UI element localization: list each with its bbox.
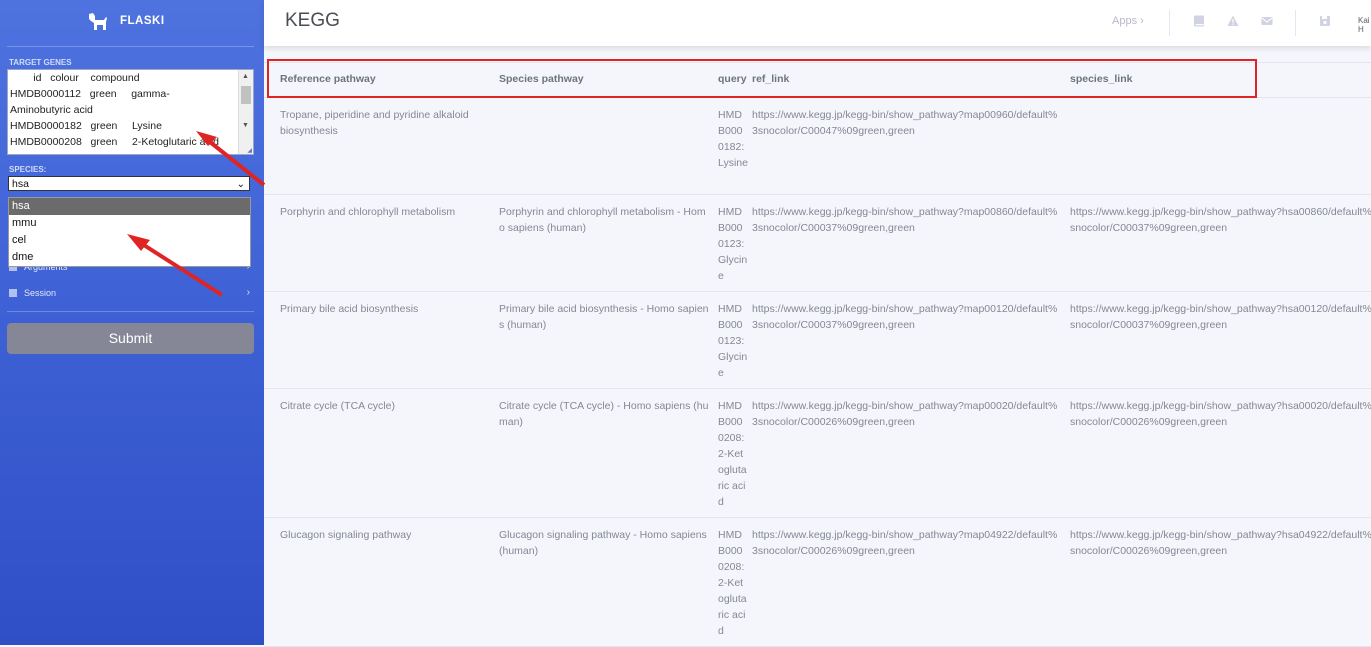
chevron-right-icon: › xyxy=(1140,15,1144,27)
cell-ref-link[interactable]: https://www.kegg.jp/kegg-bin/show_pathwa… xyxy=(752,204,1062,236)
cell-species-link[interactable]: https://www.kegg.jp/kegg-bin/show_pathwa… xyxy=(1070,527,1371,559)
cell-query: HMDB0000123:Glycine xyxy=(718,206,748,282)
user-name[interactable]: Kai H xyxy=(1358,16,1371,34)
brand[interactable]: FLASKI xyxy=(0,0,264,46)
topbar: KEGG Apps › Kai H xyxy=(264,0,1371,46)
topbar-divider xyxy=(1295,10,1296,36)
save-icon[interactable] xyxy=(1319,15,1331,27)
table-row: Tropane, piperidine and pyridine alkaloi… xyxy=(264,98,1371,195)
genes-scrollbar[interactable]: ▲ ▼ xyxy=(238,70,253,154)
results-table: Reference pathway Species pathway query … xyxy=(264,62,1371,647)
cell-ref-link[interactable]: https://www.kegg.jp/kegg-bin/show_pathwa… xyxy=(752,527,1062,559)
species-selected-value: hsa xyxy=(12,178,29,190)
scroll-up-icon[interactable]: ▲ xyxy=(242,73,249,80)
submit-button[interactable]: Submit xyxy=(7,323,254,354)
warning-icon[interactable] xyxy=(1227,15,1239,27)
cell-species-pathway: Porphyrin and chlorophyll metabolism - H… xyxy=(499,206,706,234)
chevron-down-icon: ⌄ xyxy=(236,179,245,190)
book-icon[interactable] xyxy=(1193,15,1205,27)
cell-query: HMDB0000123:Glycine xyxy=(718,303,748,379)
table-row: Primary bile acid biosynthesis Primary b… xyxy=(264,292,1371,389)
sidebar-item-label: Session xyxy=(24,288,57,298)
sidebar: FLASKI TARGET GENES id colour compound H… xyxy=(0,0,264,645)
annotation-highlight-box xyxy=(267,59,1257,98)
cell-query: HMDB0000208:2-Ketoglutaric acid xyxy=(718,400,747,508)
table-row: Porphyrin and chlorophyll metabolism Por… xyxy=(264,195,1371,292)
topbar-divider xyxy=(1169,10,1170,36)
cell-ref-link[interactable]: https://www.kegg.jp/kegg-bin/show_pathwa… xyxy=(752,107,1062,139)
genes-row: id colour compound xyxy=(10,72,140,84)
target-genes-label: TARGET GENES xyxy=(9,58,72,67)
sidebar-divider xyxy=(7,46,254,47)
cell-species-link[interactable]: https://www.kegg.jp/kegg-bin/show_pathwa… xyxy=(1070,301,1371,333)
table-row: Citrate cycle (TCA cycle) Citrate cycle … xyxy=(264,389,1371,518)
species-option[interactable]: cel xyxy=(9,232,250,249)
brand-name: FLASKI xyxy=(120,15,165,27)
cell-query: HMDB0000182:Lysine xyxy=(718,109,748,169)
chevron-right-icon: › xyxy=(246,287,250,298)
cell-reference-pathway: Citrate cycle (TCA cycle) xyxy=(280,400,395,412)
apps-label: Apps xyxy=(1112,15,1138,27)
genes-row: HMDB0000208 green 2-Ketoglutaric acid xyxy=(10,136,219,148)
species-option[interactable]: hsa xyxy=(9,198,250,215)
genes-row: HMDB0000112 green gamma- xyxy=(10,88,170,100)
sidebar-divider xyxy=(7,311,254,312)
scroll-down-icon[interactable]: ▼ xyxy=(242,122,249,129)
cell-reference-pathway: Primary bile acid biosynthesis xyxy=(280,303,419,315)
cell-ref-link[interactable]: https://www.kegg.jp/kegg-bin/show_pathwa… xyxy=(752,301,1062,333)
page-title: KEGG xyxy=(285,10,340,31)
cell-species-link[interactable]: https://www.kegg.jp/kegg-bin/show_pathwa… xyxy=(1070,398,1371,430)
dog-logo-icon xyxy=(89,13,107,30)
cell-query: HMDB0000208:2-Ketoglutaric acid xyxy=(718,529,747,637)
cell-reference-pathway: Tropane, piperidine and pyridine alkaloi… xyxy=(280,109,469,137)
cell-species-pathway: Citrate cycle (TCA cycle) - Homo sapiens… xyxy=(499,400,709,428)
cell-species-link[interactable]: https://www.kegg.jp/kegg-bin/show_pathwa… xyxy=(1070,204,1371,236)
envelope-icon[interactable] xyxy=(1261,15,1273,27)
genes-row: HMDB0000182 green Lysine xyxy=(10,120,162,132)
target-genes-textarea[interactable]: id colour compound HMDB0000112 green gam… xyxy=(7,69,254,155)
scroll-thumb[interactable] xyxy=(241,86,251,104)
species-select[interactable]: hsa ⌄ xyxy=(8,176,250,191)
cell-species-pathway: Glucagon signaling pathway - Homo sapien… xyxy=(499,529,707,557)
species-dropdown-list[interactable]: hsa mmu cel dme xyxy=(8,197,251,267)
cell-ref-link[interactable]: https://www.kegg.jp/kegg-bin/show_pathwa… xyxy=(752,398,1062,430)
species-option[interactable]: dme xyxy=(9,249,250,266)
table-row: Glucagon signaling pathway Glucagon sign… xyxy=(264,518,1371,647)
cell-species-pathway: Primary bile acid biosynthesis - Homo sa… xyxy=(499,303,709,331)
genes-row: Aminobutyric acid xyxy=(10,104,93,116)
cell-reference-pathway: Glucagon signaling pathway xyxy=(280,529,412,541)
species-option[interactable]: mmu xyxy=(9,215,250,232)
apps-menu[interactable]: Apps › xyxy=(1112,15,1144,27)
species-label: SPECIES: xyxy=(9,165,47,174)
table-icon xyxy=(9,289,17,297)
sidebar-item-session[interactable]: Session xyxy=(9,288,56,298)
resize-handle-icon[interactable]: ◢ xyxy=(247,147,252,154)
cell-reference-pathway: Porphyrin and chlorophyll metabolism xyxy=(280,206,456,218)
